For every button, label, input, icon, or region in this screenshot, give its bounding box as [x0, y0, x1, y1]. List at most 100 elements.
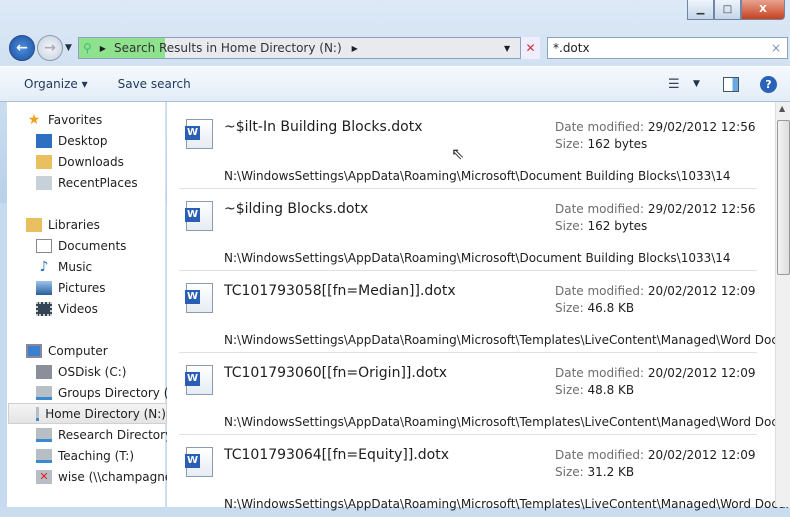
size-label: Size: [555, 137, 584, 151]
date-label: Date modified: [555, 366, 645, 380]
search-query[interactable]: *.dotx [553, 41, 590, 55]
date-value: 29/02/2012 12:56 [647, 120, 756, 134]
date-label: Date modified: [555, 284, 645, 298]
close-button[interactable]: X [741, 0, 785, 20]
size-value: 162 bytes [587, 137, 648, 151]
date-label: Date modified: [555, 120, 645, 134]
file-size: Size: 48.8 KB [555, 383, 634, 397]
file-name: TC101793064[[fn=Equity]].dotx [224, 447, 449, 463]
mouse-cursor-icon: ⇖ [451, 144, 465, 163]
file-size: Size: 31.2 KB [555, 465, 634, 479]
date-label: Date modified: [555, 202, 645, 216]
size-value: 46.8 KB [587, 301, 635, 315]
date-modified: Date modified: 20/02/2012 12:09 [555, 448, 755, 462]
scrollbar-thumb[interactable] [777, 120, 790, 275]
sidebar-label: Pictures [58, 280, 106, 295]
size-value: 31.2 KB [587, 465, 635, 479]
preview-pane-icon[interactable] [723, 76, 739, 92]
file-name: ~$ilding Blocks.dotx [224, 201, 369, 217]
result-item[interactable]: W ~$ilding Blocks.dotx Date modified: 29… [167, 189, 767, 271]
word-template-icon: W [185, 201, 213, 231]
address-bar[interactable]: ⚲ ▶ Search Results in Home Directory (N:… [78, 37, 540, 59]
word-template-icon: W [185, 447, 213, 477]
date-modified: Date modified: 20/02/2012 12:09 [555, 366, 755, 380]
search-magnifier-icon: ⚲ [83, 41, 92, 55]
breadcrumb-search-results[interactable]: Search Results in Home Directory (N:) [114, 41, 342, 55]
date-label: Date modified: [555, 448, 645, 462]
maximize-button[interactable]: □ [714, 0, 741, 20]
result-item[interactable]: W ~$ilt-In Building Blocks.dotx Date mod… [167, 107, 767, 189]
back-button[interactable]: ← [9, 35, 35, 61]
disconnected-drive-icon: ✕ [36, 469, 52, 484]
network-drive-icon [36, 448, 52, 463]
file-name: TC101793058[[fn=Median]].dotx [224, 283, 456, 299]
breadcrumb-arrow-icon[interactable]: ▶ [100, 44, 106, 53]
result-item[interactable]: W TC101793058[[fn=Median]].dotx Date mod… [167, 271, 790, 353]
organize-button[interactable]: Organize ▾ [24, 77, 88, 91]
file-path: N:\WindowsSettings\AppData\Roaming\Micro… [224, 497, 790, 511]
date-modified: Date modified: 29/02/2012 12:56 [555, 202, 755, 216]
sidebar-label: Teaching (T:) [58, 448, 135, 463]
stop-search-button[interactable]: ✕ [520, 37, 540, 59]
forward-button[interactable]: → [37, 35, 63, 61]
sidebar-libraries[interactable]: Libraries [26, 214, 185, 235]
save-search-button[interactable]: Save search [118, 77, 191, 91]
minimize-button[interactable]: ▁ [687, 0, 714, 20]
result-item[interactable]: W TC101793064[[fn=Equity]].dotx Date mod… [167, 435, 790, 517]
navigation-pane: ★ Favorites Desktop Downloads RecentPlace… [7, 102, 186, 507]
drive-icon [36, 364, 52, 379]
sidebar-item-home[interactable]: Home Directory (N:) [8, 403, 167, 424]
size-label: Size: [555, 301, 584, 315]
sidebar-label: Computer [48, 343, 108, 358]
word-template-icon: W [185, 365, 213, 395]
folder-icon [36, 154, 52, 169]
date-modified: Date modified: 29/02/2012 12:56 [555, 120, 755, 134]
network-drive-icon [36, 427, 52, 442]
sidebar-label: Favorites [48, 112, 103, 127]
sidebar-label: Libraries [48, 217, 100, 232]
sidebar-label: Documents [58, 238, 127, 253]
sidebar-favorites[interactable]: ★ Favorites [26, 109, 185, 130]
size-value: 48.8 KB [587, 383, 635, 397]
size-label: Size: [555, 465, 584, 479]
pictures-icon [36, 280, 52, 295]
command-bar: Organize ▾ Save search ☰ ▼ ? [0, 66, 790, 102]
vertical-scrollbar[interactable]: ▲ [775, 102, 790, 507]
file-path: N:\WindowsSettings\AppData\Roaming\Micro… [224, 333, 790, 347]
view-dropdown-icon[interactable]: ▼ [693, 79, 700, 89]
sidebar-label: Desktop [58, 133, 108, 148]
date-value: 20/02/2012 12:09 [647, 448, 756, 462]
word-template-icon: W [185, 283, 213, 313]
clear-search-icon[interactable]: × [771, 41, 781, 55]
address-dropdown-icon[interactable]: ▼ [504, 44, 510, 53]
search-results-list: W ~$ilt-In Building Blocks.dotx Date mod… [167, 102, 790, 511]
sidebar-label: Home Directory (N:) [45, 406, 166, 421]
music-icon: ♪ [39, 258, 49, 275]
help-icon[interactable]: ? [760, 75, 777, 93]
size-label: Size: [555, 383, 584, 397]
desktop-icon [36, 133, 52, 148]
sidebar-label: Research Directory ( [58, 427, 181, 442]
sidebar-label: RecentPlaces [58, 175, 138, 190]
recent-places-icon [36, 175, 52, 190]
sidebar-label: Downloads [58, 154, 124, 169]
sidebar-computer[interactable]: Computer [26, 340, 185, 361]
recent-pages-dropdown[interactable]: ▼ [65, 43, 72, 53]
file-size: Size: 162 bytes [555, 137, 647, 151]
date-value: 20/02/2012 12:09 [647, 284, 756, 298]
file-path: N:\WindowsSettings\AppData\Roaming\Micro… [224, 169, 731, 183]
word-template-icon: W [185, 119, 213, 149]
scroll-up-arrow-icon[interactable]: ▲ [779, 104, 785, 113]
breadcrumb-arrow-icon[interactable]: ▶ [352, 44, 358, 53]
sidebar-label: OSDisk (C:) [58, 364, 127, 379]
sidebar-label: Music [58, 259, 93, 274]
date-modified: Date modified: 20/02/2012 12:09 [555, 284, 755, 298]
file-path: N:\WindowsSettings\AppData\Roaming\Micro… [224, 251, 731, 265]
search-input[interactable]: *.dotx × [547, 37, 788, 59]
size-label: Size: [555, 219, 584, 233]
view-options-icon[interactable]: ☰ [668, 77, 680, 92]
window-controls: ▁ □ X [687, 0, 785, 20]
network-drive-icon [36, 385, 52, 400]
result-item[interactable]: W TC101793060[[fn=Origin]].dotx Date mod… [167, 353, 790, 435]
computer-icon [26, 343, 42, 358]
